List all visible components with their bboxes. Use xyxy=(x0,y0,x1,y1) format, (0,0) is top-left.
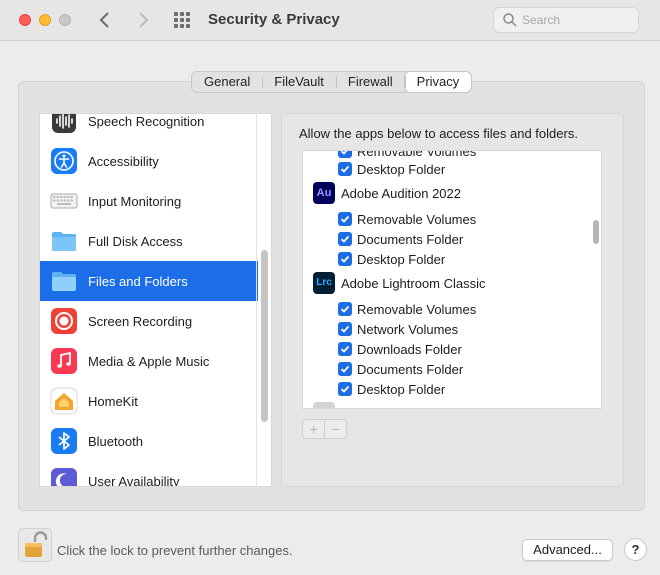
show-all-grid-icon[interactable] xyxy=(174,12,192,28)
sidebar-item-label: Bluetooth xyxy=(88,433,143,449)
app-name: Adobe Audition 2022 xyxy=(341,185,461,201)
sidebar-item-full-disk-access[interactable]: Full Disk Access xyxy=(40,221,258,261)
sidebar-item-label: Speech Recognition xyxy=(88,113,205,129)
permission-label: Desktop Folder xyxy=(357,161,446,177)
home-icon xyxy=(50,387,78,415)
chevron-left-icon xyxy=(99,12,109,28)
permission-checkbox[interactable] xyxy=(338,252,352,266)
sidebar-scrollbar[interactable] xyxy=(261,250,268,422)
privacy-category-list[interactable]: Speech Recognition Accessibility Input M… xyxy=(39,113,272,487)
speech-waveform-icon xyxy=(52,114,76,133)
sidebar-item-input-monitoring[interactable]: Input Monitoring xyxy=(40,181,258,221)
permission-checkbox[interactable] xyxy=(338,212,352,226)
permission-checkbox[interactable] xyxy=(338,342,352,356)
tab-privacy[interactable]: Privacy xyxy=(404,72,472,92)
keyboard-icon xyxy=(50,193,78,209)
advanced-button[interactable]: Advanced... xyxy=(522,539,613,561)
permission-checkbox[interactable] xyxy=(338,362,352,376)
sidebar-item-homekit[interactable]: HomeKit xyxy=(40,381,258,421)
permission-label: Desktop Folder xyxy=(357,381,446,397)
moon-icon xyxy=(51,468,77,486)
sidebar-item-screen-recording[interactable]: Screen Recording xyxy=(40,301,258,341)
sidebar-item-label: Input Monitoring xyxy=(88,193,182,209)
permission-label: Removable Volumes xyxy=(357,211,477,227)
search-field[interactable] xyxy=(493,7,639,33)
remove-app-button[interactable]: − xyxy=(324,420,346,438)
permission-checkbox[interactable] xyxy=(338,322,352,336)
permission-label: Removable Volumes xyxy=(357,301,477,317)
adobe-audition-icon: Au xyxy=(313,182,335,204)
help-button[interactable]: ? xyxy=(624,538,647,561)
sidebar-item-label: Screen Recording xyxy=(88,313,193,329)
tab-bar: General FileVault Firewall Privacy xyxy=(191,71,473,93)
app-access-list[interactable]: Removable Volumes Desktop Folder Au Adob… xyxy=(302,150,602,409)
add-app-button[interactable]: + xyxy=(303,420,324,438)
app-icon xyxy=(313,402,335,408)
sidebar-item-media-apple-music[interactable]: Media & Apple Music xyxy=(40,341,258,381)
tab-general[interactable]: General xyxy=(192,72,262,92)
folder-icon xyxy=(52,272,76,291)
title-bar: Security & Privacy xyxy=(0,0,660,41)
sidebar-item-user-availability[interactable]: User Availability xyxy=(40,461,258,487)
app-name: Adobe Lightroom Classic xyxy=(341,275,486,291)
sidebar-item-label: User Availability xyxy=(88,473,180,487)
zoom-window-button[interactable] xyxy=(59,14,71,26)
add-remove-control: + − xyxy=(302,419,347,439)
sidebar-item-bluetooth[interactable]: Bluetooth xyxy=(40,421,258,461)
accessibility-icon xyxy=(51,148,77,174)
permission-checkbox[interactable] xyxy=(338,162,352,176)
folder-icon xyxy=(52,232,76,251)
permission-label: Documents Folder xyxy=(357,361,464,377)
sidebar-item-accessibility[interactable]: Accessibility xyxy=(40,141,258,181)
app-list-scrollbar[interactable] xyxy=(593,220,599,244)
permission-checkbox[interactable] xyxy=(338,151,352,158)
chevron-right-icon xyxy=(139,12,149,28)
adobe-lightroom-icon: Lrc xyxy=(313,272,335,294)
permission-label: Documents Folder xyxy=(357,231,464,247)
permission-label: Desktop Folder xyxy=(357,251,446,267)
sidebar-item-label: HomeKit xyxy=(88,393,138,409)
tab-firewall[interactable]: Firewall xyxy=(335,72,405,92)
lock-status-text: Click the lock to prevent further change… xyxy=(57,543,293,558)
record-icon xyxy=(51,308,77,334)
files-folders-description: Allow the apps below to access files and… xyxy=(299,126,578,141)
music-note-icon xyxy=(51,348,77,374)
minimize-window-button[interactable] xyxy=(39,14,51,26)
sidebar-item-files-and-folders[interactable]: Files and Folders xyxy=(40,261,258,301)
permission-label: Network Volumes xyxy=(357,321,459,337)
permission-checkbox[interactable] xyxy=(338,232,352,246)
search-icon xyxy=(503,13,517,27)
back-button[interactable] xyxy=(94,9,116,31)
bluetooth-icon xyxy=(51,428,77,454)
sidebar-item-label: Files and Folders xyxy=(88,273,188,289)
search-input[interactable] xyxy=(522,11,632,29)
lock-icon[interactable] xyxy=(18,528,52,562)
sidebar-item-label: Media & Apple Music xyxy=(88,353,210,369)
tab-filevault[interactable]: FileVault xyxy=(262,72,336,92)
forward-button[interactable] xyxy=(132,9,154,31)
close-window-button[interactable] xyxy=(19,14,31,26)
window-title: Security & Privacy xyxy=(208,11,340,28)
permission-label: Removable Volumes xyxy=(357,150,477,159)
sidebar-item-label: Accessibility xyxy=(88,153,159,169)
sidebar-divider xyxy=(256,113,257,487)
permission-label: Downloads Folder xyxy=(357,341,462,357)
permission-checkbox[interactable] xyxy=(338,382,352,396)
sidebar-item-speech-recognition[interactable]: Speech Recognition xyxy=(40,113,258,141)
sidebar-item-label: Full Disk Access xyxy=(88,233,183,249)
permission-checkbox[interactable] xyxy=(338,302,352,316)
